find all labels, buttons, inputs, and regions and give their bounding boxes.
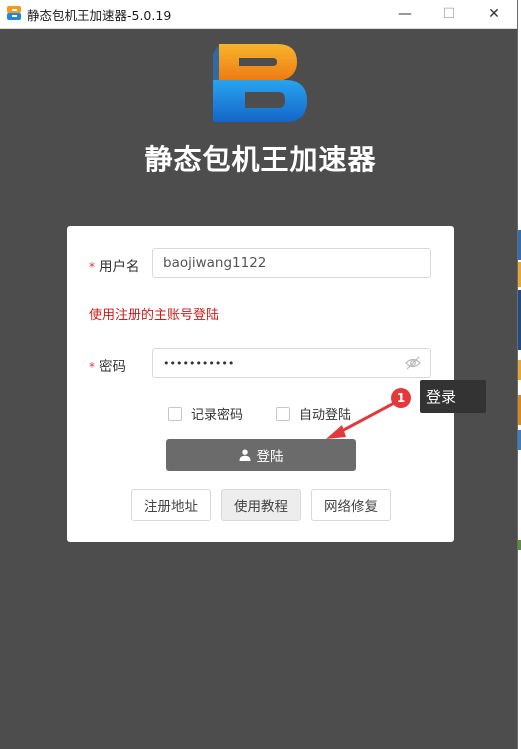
username-label-text: 用户名 <box>99 259 140 275</box>
login-hint: 使用注册的主账号登陆 <box>89 308 220 323</box>
remember-password-label: 记录密码 <box>191 408 244 423</box>
title-bar: 静态包机王加速器-5.0.19 — ☐ ✕ <box>0 0 517 29</box>
password-label: * 密码 <box>89 355 126 375</box>
password-value: ••••••••••• <box>163 356 235 370</box>
username-label: * 用户名 <box>89 255 140 275</box>
required-mark: * <box>89 360 95 374</box>
checkbox-box[interactable] <box>168 406 182 421</box>
username-value: baojiwang1122 <box>163 255 267 271</box>
checkbox-box[interactable] <box>276 406 290 421</box>
step-badge: 1 <box>391 388 411 408</box>
window-title: 静态包机王加速器-5.0.19 <box>27 8 172 23</box>
network-repair-button[interactable]: 网络修复 <box>311 489 391 521</box>
password-input[interactable]: ••••••••••• <box>152 348 431 378</box>
tutorial-button[interactable]: 使用教程 <box>221 489 301 521</box>
eye-off-icon[interactable] <box>405 356 421 370</box>
minimize-button[interactable]: — <box>382 0 428 28</box>
app-logo-small-icon <box>7 6 21 20</box>
register-address-button[interactable]: 注册地址 <box>131 489 211 521</box>
username-input[interactable]: baojiwang1122 <box>152 248 431 278</box>
login-card: * 用户名 baojiwang1122 使用注册的主账号登陆 * 密码 ••••••… <box>67 226 454 542</box>
user-icon <box>239 449 250 461</box>
close-button[interactable]: ✕ <box>471 0 517 28</box>
password-label-text: 密码 <box>99 359 126 375</box>
app-title: 静态包机王加速器 <box>144 143 377 176</box>
remember-password-checkbox[interactable]: 记录密码 <box>168 404 243 423</box>
required-mark: * <box>89 260 95 274</box>
maximize-button[interactable]: ☐ <box>426 0 472 28</box>
app-window: 静态包机王加速器-5.0.19 — ☐ ✕ 静态包机王加速器 * 用户名 bao… <box>0 0 518 749</box>
app-logo-icon <box>213 44 307 122</box>
annotation-tooltip: 登录 <box>420 380 486 413</box>
login-button-label: 登陆 <box>256 449 284 465</box>
